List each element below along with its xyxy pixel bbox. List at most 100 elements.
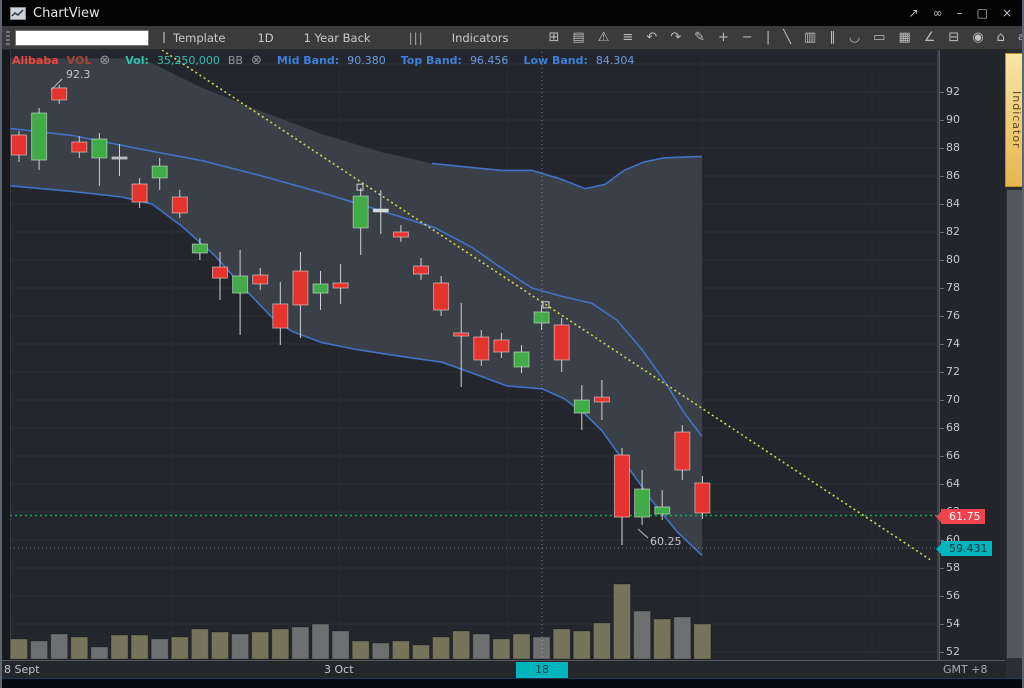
time-axis[interactable]: 8 Sept 3 Oct 18 Oct'22 GMT +8 xyxy=(2,660,1005,678)
price-tickmark xyxy=(940,288,944,289)
price-tick: 84 xyxy=(946,197,960,210)
crosshair-price-chip: 59.431 xyxy=(941,541,992,556)
link-icon[interactable]: ∞ xyxy=(933,6,943,20)
price-tick: 66 xyxy=(946,449,960,462)
price-tickmark xyxy=(940,232,944,233)
price-tickmark xyxy=(940,652,944,653)
grid-icon[interactable]: ▦ xyxy=(898,31,910,44)
price-tick: 86 xyxy=(946,169,960,182)
crosshair-date-chip: 18 Oct'22 xyxy=(516,662,568,678)
volume-value: 35,250,000 xyxy=(157,54,220,67)
indicator-panel-tab[interactable]: Indicator xyxy=(1005,53,1024,187)
vertical-line-icon[interactable]: | xyxy=(766,31,770,44)
volume-overlay-label: VOL xyxy=(67,54,92,67)
price-tick: 76 xyxy=(946,309,960,322)
title-bar: ChartView ↗ ∞ – □ × xyxy=(2,0,1022,26)
close-icon[interactable]: × xyxy=(1002,6,1012,20)
price-tickmark xyxy=(940,456,944,457)
interval-button[interactable]: 1D xyxy=(255,31,275,45)
save-icon[interactable]: ▤ xyxy=(572,31,584,44)
price-tickmark xyxy=(940,428,944,429)
remove-volume-icon[interactable]: ⊗ xyxy=(99,54,110,67)
price-tick: 82 xyxy=(946,225,960,238)
chartview-window: ChartView ↗ ∞ – □ × Template 1D 1 Year B… xyxy=(0,0,1024,688)
remove-icon[interactable]: − xyxy=(742,31,753,44)
price-tick: 54 xyxy=(946,617,960,630)
symbol-search-input[interactable] xyxy=(15,30,149,46)
price-tick: 68 xyxy=(946,421,960,434)
time-label-mid: 3 Oct xyxy=(324,663,354,676)
range-button[interactable]: 1 Year Back xyxy=(302,31,373,45)
price-tick: 56 xyxy=(946,589,960,602)
price-tickmark xyxy=(940,372,944,373)
price-tick: 64 xyxy=(946,477,960,490)
price-tickmark xyxy=(940,344,944,345)
fib-retracement-icon[interactable]: ⊟ xyxy=(948,31,959,44)
polygon-icon[interactable]: ⌂ xyxy=(997,31,1005,44)
chart-canvas[interactable]: 92.3 60.25 xyxy=(2,50,939,660)
price-tick: 88 xyxy=(946,141,960,154)
mid-band-value: 90.380 xyxy=(347,54,386,67)
undo-icon[interactable]: ↶ xyxy=(646,31,657,44)
popout-icon[interactable]: ↗ xyxy=(909,6,919,20)
top-band-value: 96.456 xyxy=(470,54,509,67)
calendar-icon[interactable]: ⊞ xyxy=(549,31,560,44)
low-band-label: Low Band: xyxy=(523,54,587,67)
alert-icon[interactable]: ⚠ xyxy=(598,31,610,44)
price-tick: 80 xyxy=(946,253,960,266)
price-tickmark xyxy=(940,260,944,261)
template-icon xyxy=(163,32,165,43)
top-band-label: Top Band: xyxy=(401,54,462,67)
price-tickmark xyxy=(940,484,944,485)
redo-icon[interactable]: ↷ xyxy=(670,31,681,44)
sliders-icon[interactable]: ||| xyxy=(409,31,424,45)
toolbar-grip[interactable] xyxy=(6,31,10,45)
timezone-label: GMT +8 xyxy=(943,663,987,676)
price-tick: 52 xyxy=(946,645,960,658)
svg-text:92.3: 92.3 xyxy=(66,68,91,81)
add-icon[interactable]: + xyxy=(718,31,729,44)
price-tick: 92 xyxy=(946,85,960,98)
chart-legend: Alibaba VOL ⊗ Vol: 35,250,000 BB ⊗ Mid B… xyxy=(12,54,634,67)
window-title: ChartView xyxy=(33,6,100,21)
price-tickmark xyxy=(940,596,944,597)
arc-icon[interactable]: ◡ xyxy=(849,31,860,44)
maximize-icon[interactable]: □ xyxy=(977,6,988,20)
price-tickmark xyxy=(940,120,944,121)
trend-line-icon[interactable]: ╲ xyxy=(783,31,791,44)
price-tickmark xyxy=(940,316,944,317)
price-tick: 58 xyxy=(946,561,960,574)
time-label-start: 8 Sept xyxy=(4,663,40,676)
draw-pencil-icon[interactable]: ✎ xyxy=(694,31,705,44)
mid-band-label: Mid Band: xyxy=(277,54,339,67)
target-icon[interactable]: ◉ xyxy=(972,31,983,44)
price-tickmark xyxy=(940,92,944,93)
low-band-value: 84.304 xyxy=(596,54,635,67)
last-price-chip: 61.75 xyxy=(941,509,985,524)
text-tool-icon[interactable]: abc xyxy=(1018,33,1024,43)
histogram-icon[interactable]: ▥ xyxy=(804,31,816,44)
fan-lines-icon[interactable]: ∠ xyxy=(924,31,936,44)
minimize-icon[interactable]: – xyxy=(957,6,963,20)
price-tick: 70 xyxy=(946,393,960,406)
price-tick: 90 xyxy=(946,113,960,126)
price-tickmark xyxy=(940,204,944,205)
symbol-label: Alibaba xyxy=(12,54,59,67)
rectangle-icon[interactable]: ▭ xyxy=(873,31,885,44)
remove-bb-icon[interactable]: ⊗ xyxy=(251,54,262,67)
price-tick: 74 xyxy=(946,337,960,350)
svg-text:60.25: 60.25 xyxy=(650,535,682,548)
side-scrollbar-thumb[interactable] xyxy=(1007,190,1022,658)
template-button[interactable]: Template xyxy=(171,31,227,45)
price-tick: 78 xyxy=(946,281,960,294)
price-tick: 72 xyxy=(946,365,960,378)
price-tickmark xyxy=(940,148,944,149)
price-axis[interactable]: 61.75 59.431 92 90 88 86 84 82 80 78 76 74 72 70 68 6… xyxy=(939,50,1005,678)
volume-label: Vol: xyxy=(125,54,149,67)
drawing-tools: ⊞▤⚠≡↶↷✎+−|╲▥∥◡▭▦∠⊟◉⌂abc⇧⇩◈◇ xyxy=(549,31,1024,44)
app-logo-icon xyxy=(10,7,26,20)
menu-icon[interactable]: ≡ xyxy=(622,31,633,44)
parallel-channel-icon[interactable]: ∥ xyxy=(829,31,836,44)
price-tickmark xyxy=(940,568,944,569)
indicators-button[interactable]: Indicators xyxy=(450,31,511,45)
